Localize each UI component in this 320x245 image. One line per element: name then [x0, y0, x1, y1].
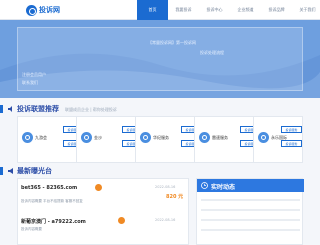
partner-name: 华纪服务: [153, 135, 169, 140]
partner-logo-icon: [140, 132, 151, 143]
realtime-panel: 实时动态: [196, 178, 304, 245]
entry-date: 2022-08-16: [155, 185, 176, 189]
entry-amount: 820 元: [166, 194, 184, 200]
realtime-header: 实时动态: [197, 179, 304, 192]
site-logo[interactable]: 投诉网: [26, 4, 60, 16]
hero-headline: 【常量投诉网】第一投诉网: [148, 40, 196, 45]
latest-title: 最新曝光台: [17, 167, 52, 175]
site-header: 投诉网 首页 我要投诉 投诉中心 企业频道 投诉品牌 关于我们: [0, 0, 320, 20]
latest-list: bet365 - 82365.com 2022-08-16 820 元 投诉内容…: [17, 178, 189, 245]
partner-logo-icon: [81, 132, 92, 143]
nav-item-complain[interactable]: 我要投诉: [168, 0, 199, 20]
partners-section-header: 投诉联盟推荐 联盟成员企业 | 帮你处理投诉: [0, 103, 320, 115]
logo-icon: [26, 4, 37, 16]
nav-item-home[interactable]: 首页: [137, 0, 168, 20]
section-accent-bar: [0, 105, 3, 113]
partner-logo-icon: [258, 132, 269, 143]
entry-title[interactable]: 新葡京澳门 - a79222.com: [21, 218, 86, 225]
entry-date: 2022-08-16: [155, 218, 176, 222]
realtime-title: 实时动态: [211, 184, 236, 191]
hero-panel: [17, 27, 303, 91]
hero-contact-text[interactable]: 联系我们: [22, 80, 38, 86]
hero-process-text: 投诉处理流程: [200, 50, 224, 55]
partner-service-button[interactable]: 投诉服务: [281, 140, 302, 147]
nav-item-center[interactable]: 投诉中心: [199, 0, 230, 20]
nav-item-about[interactable]: 关于我们: [292, 0, 320, 20]
nav-item-enterprise[interactable]: 企业频道: [230, 0, 261, 20]
partners-title: 投诉联盟推荐: [17, 105, 59, 113]
entry-summary: 投诉内容概要: [21, 227, 42, 231]
latest-section-header: 最新曝光台: [0, 165, 320, 177]
realtime-item-placeholder: [201, 199, 300, 201]
partner-name: 九游会: [35, 135, 47, 140]
partner-logo-icon: [22, 132, 33, 143]
clock-icon: [201, 182, 208, 189]
megaphone-icon: [8, 168, 13, 174]
hero-register-text[interactable]: 注册会员用户: [22, 72, 46, 78]
entry-title[interactable]: bet365 - 82365.com: [21, 185, 77, 191]
fire-icon: [118, 217, 125, 224]
entry-summary: 投诉内容概要 平台不给提款 客服不回复: [21, 199, 83, 203]
realtime-item-placeholder: [201, 229, 300, 231]
partner-name: 雷速服务: [212, 135, 228, 140]
main-nav: 首页 我要投诉 投诉中心 企业频道 投诉品牌 关于我们: [137, 0, 320, 20]
partners-subtitle: 联盟成员企业 | 帮你处理投诉: [65, 107, 117, 112]
partner-name: 金沙: [94, 135, 102, 140]
fire-icon: [95, 184, 102, 191]
partner-logo-icon: [199, 132, 210, 143]
section-accent-bar: [0, 167, 3, 175]
hero-banner: 【常量投诉网】第一投诉网 注册会员用户 联系我们 投诉处理流程: [0, 20, 320, 98]
logo-text: 投诉网: [39, 6, 60, 14]
nav-item-brands[interactable]: 投诉品牌: [261, 0, 292, 20]
realtime-item-placeholder: [201, 209, 300, 211]
partner-service-button[interactable]: 投诉服务: [281, 126, 302, 133]
partner-card[interactable]: 永乐国际 投诉服务 投诉服务: [253, 116, 303, 163]
realtime-item-placeholder: [201, 219, 300, 221]
speaker-icon: [8, 106, 12, 112]
